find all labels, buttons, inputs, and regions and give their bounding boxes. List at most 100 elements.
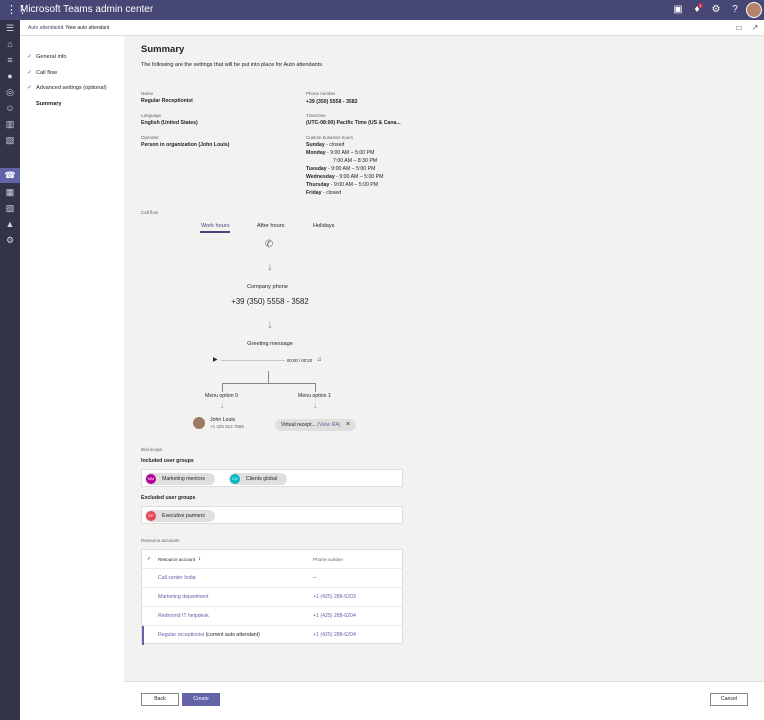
included-groups-card: MM Marketing mentors CG Clients global	[141, 469, 403, 487]
audio-player[interactable]: ▶ 00:00 / 00:20 ♫	[211, 355, 327, 366]
panel-icon[interactable]: ▭	[734, 23, 744, 33]
table-row-selected[interactable]: Regular receptionist (current auto atten…	[142, 626, 402, 645]
help-icon[interactable]: ?	[729, 4, 741, 16]
person-phone: +1 425 312 7566	[210, 424, 244, 429]
included-groups-title: Included user groups	[141, 458, 194, 464]
active-tab-underline	[200, 231, 230, 233]
group-avatar: CG	[230, 474, 240, 484]
flow-arrow-icon: ↓	[220, 401, 224, 410]
meeting-icon[interactable]: ▣	[672, 4, 684, 16]
column-header-phone-number: Phone number	[313, 557, 344, 562]
select-all-check-icon[interactable]: ✓	[147, 556, 151, 563]
account-phone[interactable]: +1 (425) 288-6204	[313, 632, 356, 639]
name-value: Regular Receptionist	[141, 98, 193, 104]
account-name[interactable]: Call center India	[158, 575, 196, 582]
group-chip[interactable]: CG Clients global	[229, 473, 288, 485]
view-ra-link[interactable]: (View RA)	[317, 422, 340, 428]
table-row[interactable]: Call center India --	[142, 569, 402, 588]
list-icon[interactable]: ≡	[4, 54, 16, 66]
step-call-flow[interactable]: Call flow	[36, 70, 57, 77]
company-phone-number: +39 (350) 5558 - 3582	[231, 297, 309, 306]
timezone-label: Timezone	[306, 113, 326, 118]
step-summary[interactable]: Summary	[36, 101, 62, 108]
selected-row-indicator	[142, 626, 144, 645]
left-rail: ☰ ⌂ ≡ ● ◎ ☺ ▥ ▧ ☎ ▦ ▨ ▲ ⚙	[0, 20, 20, 720]
excluded-groups-title: Excluded user groups	[141, 495, 196, 501]
call-flow-label: Call flow	[141, 210, 159, 215]
check-icon: ✓	[27, 70, 33, 76]
account-note: (current auto attendant)	[204, 632, 260, 638]
tab-after-hours[interactable]: After hours	[257, 223, 284, 230]
account-name[interactable]: Redmond IT helpdesk	[158, 613, 209, 620]
voice-icon[interactable]: ☎	[4, 169, 16, 181]
breadcrumb-parent[interactable]: Auto attendants	[28, 25, 63, 31]
meetings-icon[interactable]: ▧	[4, 134, 16, 146]
top-bar: ⋮⋮ Microsoft Teams admin center ▣ ♦ 1 ⚙ …	[0, 0, 764, 20]
back-button[interactable]: Back	[141, 693, 179, 706]
cancel-button[interactable]: Cancel	[710, 693, 748, 706]
close-icon[interactable]: ×	[346, 421, 350, 428]
table-row[interactable]: Marketing department +1 (425) 288-6203	[142, 588, 402, 607]
tab-holidays[interactable]: Holidays	[313, 223, 334, 230]
company-phone-label: Company phone	[246, 284, 289, 290]
account-phone[interactable]: +1 (425) 288-6204	[313, 613, 356, 620]
users-icon[interactable]: ☺	[4, 102, 16, 114]
footer-bar	[124, 681, 764, 720]
group-name: Clients global	[246, 476, 278, 482]
phone-label: Phone number	[306, 91, 336, 96]
account-name[interactable]: Regular receptionist	[158, 632, 204, 638]
tree-line	[315, 383, 316, 392]
language-value: English (United States)	[141, 120, 198, 126]
account-phone[interactable]: +1 (425) 288-6203	[313, 594, 356, 601]
user-avatar[interactable]	[746, 2, 762, 18]
check-icon: ✓	[27, 54, 33, 60]
excluded-groups-card: EP Executive partners	[141, 506, 403, 524]
notification-badge: 1	[698, 3, 703, 8]
gear-icon[interactable]: ⚙	[710, 4, 722, 16]
hamburger-icon[interactable]: ☰	[4, 22, 16, 34]
teams-icon[interactable]: ●	[4, 70, 16, 82]
apps-icon[interactable]: ▨	[4, 202, 16, 214]
analytics-icon[interactable]: ▲	[4, 218, 16, 230]
settings-icon[interactable]: ⚙	[4, 234, 16, 246]
globe-icon[interactable]: ◎	[4, 86, 16, 98]
policy-icon[interactable]: ▦	[4, 186, 16, 198]
step-advanced-settings[interactable]: Advanced settings (optional)	[36, 85, 107, 92]
step-general-info[interactable]: General info	[36, 54, 66, 61]
dial-scope-label: Dial scope	[141, 447, 163, 452]
column-header-resource-account[interactable]: Resource account	[158, 557, 195, 563]
volume-icon[interactable]: ♫	[317, 356, 322, 364]
play-icon[interactable]: ▶	[213, 357, 218, 364]
operator-value: Person in organization (John Louis)	[141, 142, 230, 148]
audio-progress-track[interactable]	[221, 360, 285, 361]
greeting-label: Greeting message	[247, 341, 293, 347]
account-name-cell: Regular receptionist (current auto atten…	[158, 632, 260, 639]
group-name: Executive partners	[162, 513, 205, 519]
group-chip[interactable]: EP Executive partners	[145, 510, 215, 522]
sort-down-icon[interactable]: ↓	[198, 556, 201, 562]
incoming-call-icon: ✆	[264, 239, 274, 250]
person-avatar	[193, 417, 205, 429]
breadcrumb-current: New auto attendant	[66, 25, 110, 31]
flow-arrow-icon: ↓	[267, 317, 273, 331]
table-row[interactable]: Redmond IT helpdesk +1 (425) 288-6204	[142, 607, 402, 626]
menu-option-0: Menu option 0	[205, 393, 238, 399]
resource-accounts-table: ✓ Resource account ↓ Phone number Call c…	[141, 549, 403, 645]
home-icon[interactable]: ⌂	[4, 38, 16, 50]
expand-icon[interactable]: ↗	[750, 23, 760, 33]
timezone-value: (UTC-08:00) Pacific Time (US & Cana...	[306, 120, 401, 126]
group-chip[interactable]: MM Marketing mentors	[145, 473, 215, 485]
wizard-steps: ✓ General info ✓ Call flow ✓ Advanced se…	[20, 36, 124, 720]
tab-work-hours[interactable]: Work hours	[201, 223, 230, 230]
account-name[interactable]: Marketing department	[158, 594, 208, 601]
language-label: Language	[141, 113, 162, 118]
devices-icon[interactable]: ▥	[4, 118, 16, 130]
create-button[interactable]: Create	[182, 693, 220, 706]
name-label: Name	[141, 91, 154, 96]
flow-arrow-icon: ↓	[313, 401, 317, 410]
operator-label: Operator	[141, 135, 159, 140]
app-launcher-icon[interactable]: ⋮⋮	[6, 5, 28, 16]
hours-row: 7:00 AM – 8:30 PM	[333, 158, 378, 164]
page-subtitle: The following are the settings that will…	[141, 62, 324, 68]
virtual-receptionist-pill: Virtual recept... (View RA) ×	[275, 419, 357, 431]
